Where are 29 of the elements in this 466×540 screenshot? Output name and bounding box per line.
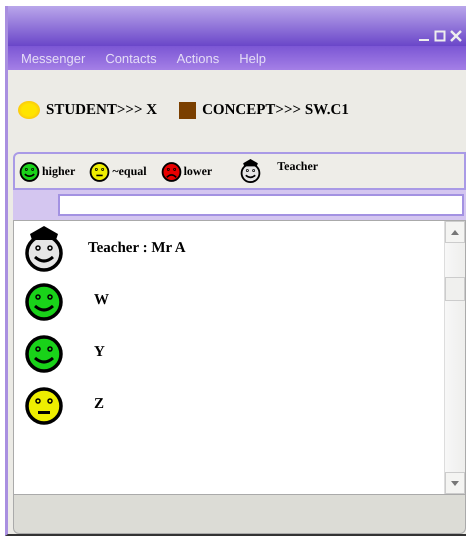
sad-face-icon xyxy=(160,160,182,182)
legend-label: Teacher xyxy=(277,158,318,174)
sun-icon xyxy=(18,101,40,119)
contact-name[interactable]: Y xyxy=(94,344,105,361)
smiley-icon xyxy=(24,332,64,372)
smiley-icon xyxy=(19,160,40,182)
maximize-icon[interactable] xyxy=(434,30,446,42)
face-with-cap-icon xyxy=(240,158,262,184)
close-icon[interactable] xyxy=(450,30,462,42)
smiley-icon xyxy=(24,280,64,320)
scroll-down-button[interactable] xyxy=(445,472,465,494)
face-with-cap-icon xyxy=(24,226,64,272)
info-label: STUDENT>>> X xyxy=(46,102,158,118)
contact-name[interactable]: W xyxy=(94,292,109,309)
down-arrow-icon xyxy=(451,480,459,486)
up-arrow-icon xyxy=(451,230,459,234)
legend-label: higher xyxy=(42,164,76,178)
legend-label: ~equal xyxy=(112,164,147,178)
search-field[interactable] xyxy=(58,194,464,216)
legend-label: lower xyxy=(184,164,212,178)
scroll-thumb[interactable] xyxy=(445,277,465,301)
info-label: CONCEPT>>> SW.C1 xyxy=(202,102,349,118)
scrollbar[interactable] xyxy=(444,221,465,494)
neutral-face-icon xyxy=(89,160,110,182)
contact-name[interactable]: Z xyxy=(94,396,104,413)
neutral-face-icon xyxy=(24,384,64,424)
square-icon xyxy=(179,102,196,118)
scroll-up-button[interactable] xyxy=(445,221,465,243)
contact-name[interactable]: Teacher : Mr A xyxy=(88,240,186,257)
